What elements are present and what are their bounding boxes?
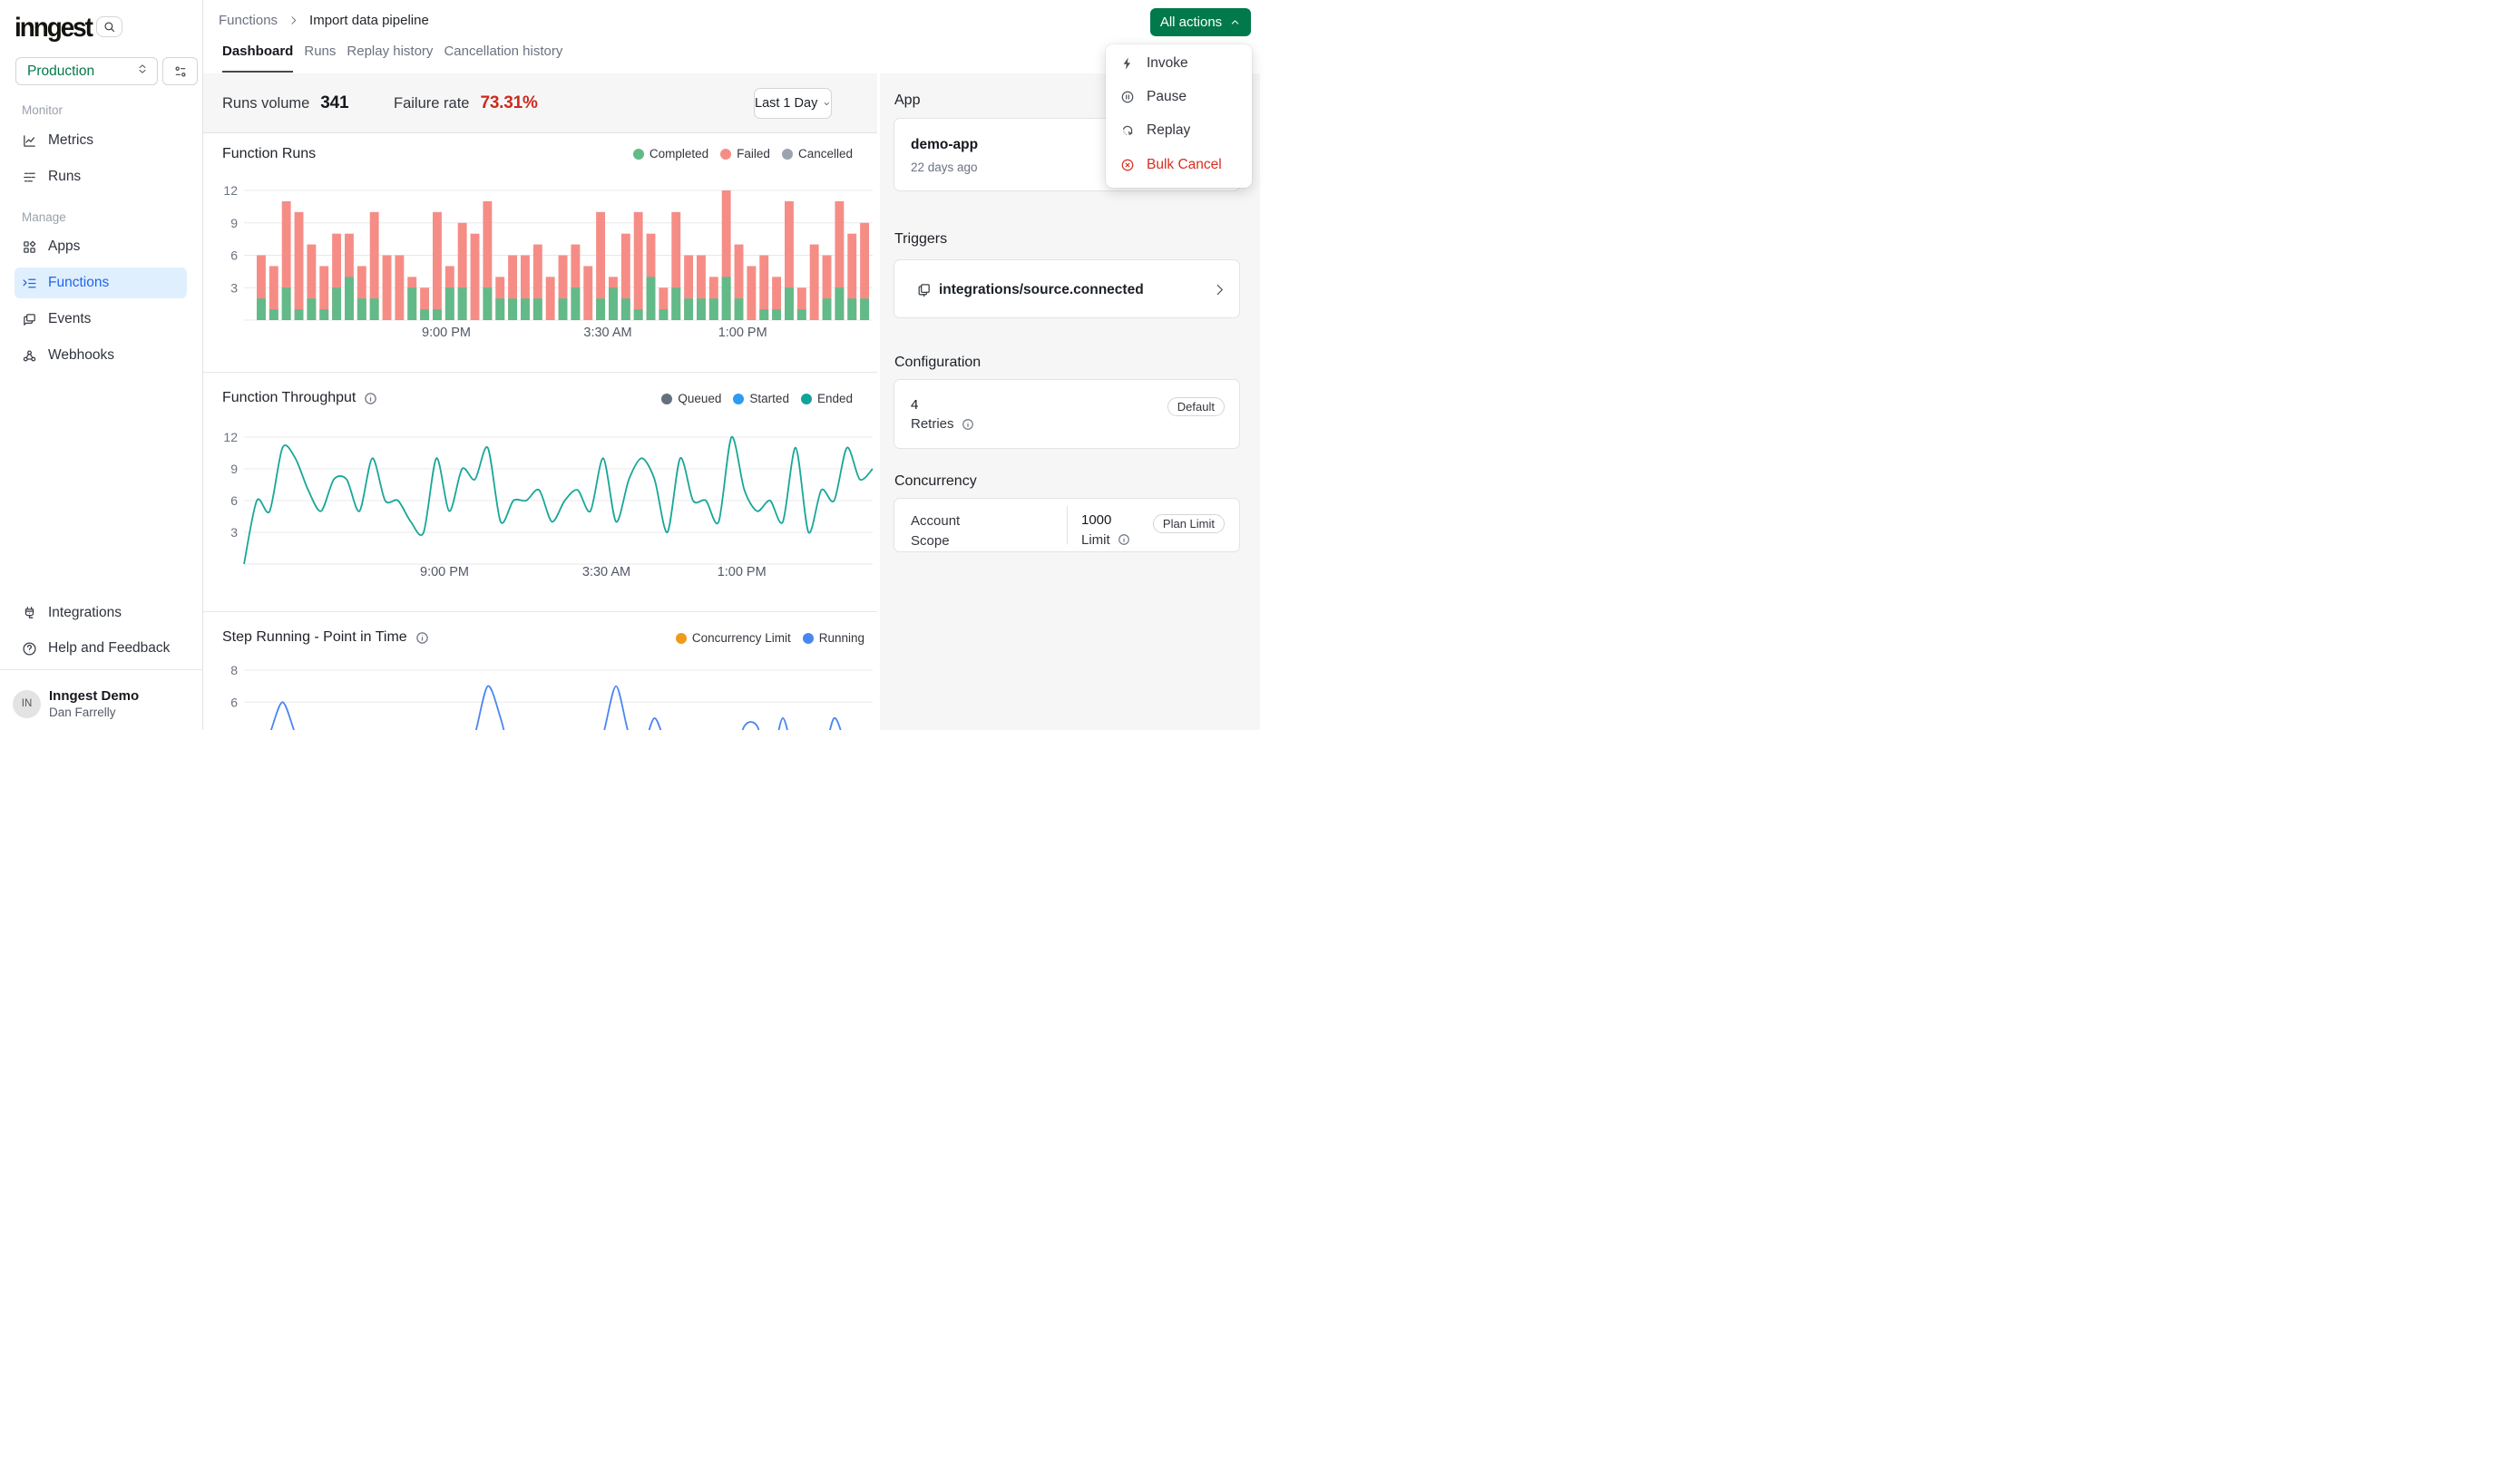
- svg-text:1:00 PM: 1:00 PM: [718, 565, 767, 579]
- svg-text:6: 6: [230, 493, 238, 508]
- svg-text:8: 8: [230, 663, 238, 677]
- svg-text:9:00 PM: 9:00 PM: [422, 326, 471, 337]
- svg-text:6: 6: [230, 248, 238, 263]
- svg-text:12: 12: [223, 430, 238, 444]
- svg-text:9:00 PM: 9:00 PM: [420, 565, 469, 579]
- svg-text:3:30 AM: 3:30 AM: [583, 326, 631, 337]
- svg-text:6: 6: [230, 695, 238, 709]
- svg-text:3:30 AM: 3:30 AM: [582, 565, 630, 579]
- svg-text:1:00 PM: 1:00 PM: [718, 326, 767, 337]
- svg-text:9: 9: [230, 462, 238, 476]
- svg-text:9: 9: [230, 216, 238, 230]
- svg-text:3: 3: [230, 280, 238, 295]
- svg-text:12: 12: [223, 183, 238, 198]
- svg-text:3: 3: [230, 525, 238, 540]
